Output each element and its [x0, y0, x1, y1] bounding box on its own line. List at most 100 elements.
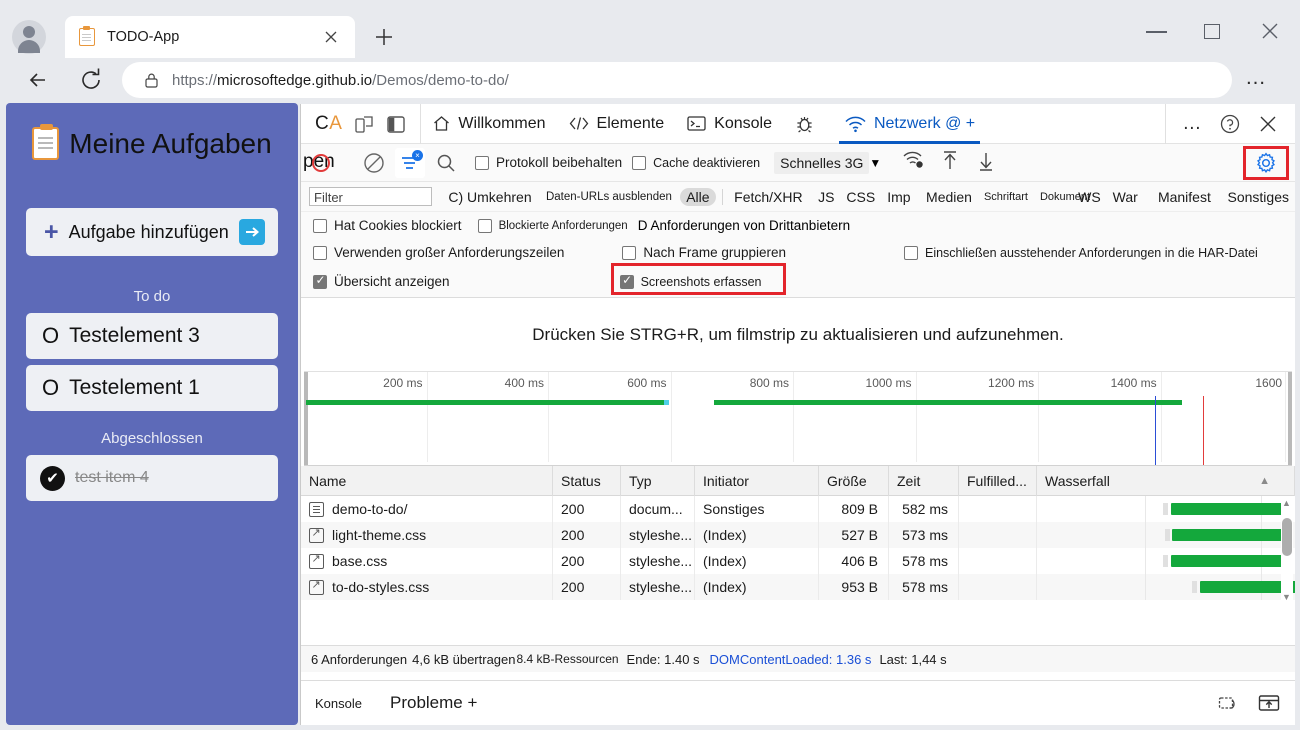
devtools-more-icon[interactable]: … [1182, 113, 1203, 135]
filter-input[interactable]: Filter [309, 187, 432, 206]
filter-type-fetch-xhr[interactable]: Fetch/XHR [728, 188, 808, 206]
record-button[interactable]: pen [305, 148, 353, 178]
filter-type-medien[interactable]: Medien [920, 188, 978, 206]
drawer-right-controls [1217, 692, 1281, 714]
close-devtools-icon[interactable] [1257, 113, 1279, 135]
preserve-log-checkbox[interactable]: Protokoll beibehalten [475, 155, 622, 170]
filter-type-war[interactable]: War [1107, 188, 1144, 206]
filter-type-manifest[interactable]: Manifest [1152, 188, 1217, 206]
filter-type-sonstiges[interactable]: Sonstiges [1222, 188, 1295, 206]
ruler-tick: 600 ms [627, 376, 670, 390]
list-item[interactable]: ✔ test item 4 [26, 455, 278, 501]
column-header-initiator[interactable]: Initiator [695, 466, 819, 496]
checkmark-icon[interactable]: ✔ [40, 466, 65, 491]
tab-debugger[interactable] [783, 104, 833, 144]
throttling-dropdown[interactable]: Schnelles 3G [774, 152, 869, 174]
back-icon[interactable] [22, 63, 56, 97]
task-marker-icon[interactable]: O [42, 325, 59, 347]
scroll-up-icon[interactable]: ▲ [1282, 498, 1291, 508]
column-header-groesse[interactable]: Größe [819, 466, 889, 496]
drawer-tab-probleme[interactable]: Probleme + [376, 693, 491, 713]
submit-task-icon[interactable] [239, 219, 265, 245]
include-har-checkbox[interactable]: Einschließen ausstehender Anforderungen … [904, 246, 1258, 260]
gear-icon[interactable] [1255, 152, 1277, 174]
clipboard-icon [32, 127, 59, 160]
hide-data-urls-toggle[interactable]: Daten-URLs ausblenden [540, 190, 678, 204]
clear-icon[interactable] [359, 148, 389, 178]
device-toolbar-icon[interactable] [354, 114, 374, 134]
new-tab-icon[interactable] [370, 23, 398, 51]
filter-type-js[interactable]: JS [812, 188, 840, 206]
column-header-status[interactable]: Status [553, 466, 621, 496]
invert-filter-toggle[interactable]: C) Umkehren [442, 188, 537, 206]
tab-elemente[interactable]: Elements Elemente [557, 104, 676, 144]
help-icon[interactable] [1219, 113, 1241, 135]
export-har-icon[interactable] [973, 148, 1003, 178]
column-header-wasserfall[interactable]: Wasserfall ▲ [1037, 466, 1295, 496]
table-row[interactable]: light-theme.css 200 styleshe... (Index) … [301, 522, 1295, 548]
show-overview-checkbox[interactable]: Übersicht anzeigen [313, 274, 450, 289]
list-item[interactable]: O Testelement 1 [26, 365, 278, 411]
has-blocked-cookies-label: Hat Cookies blockiert [334, 218, 462, 233]
waterfall-bar [1171, 555, 1285, 567]
table-scrollbar[interactable]: ▲ ▼ [1281, 496, 1293, 604]
filter-clear-badge-icon[interactable]: × [412, 150, 423, 161]
filter-icon[interactable]: × [395, 148, 425, 178]
url-path: /Demos/demo-to-do/ [372, 72, 509, 89]
tab-label: Elemente [597, 115, 665, 133]
close-tab-icon[interactable] [321, 27, 341, 47]
devtools-right-controls: … [1165, 104, 1295, 144]
disable-cache-checkbox[interactable]: Cache deaktivieren [632, 156, 760, 170]
column-header-name[interactable]: Name [301, 466, 553, 496]
checkbox-box [620, 275, 634, 289]
network-toolbar: pen × [301, 144, 1295, 182]
column-header-fulfilled[interactable]: Fulfilled... [959, 466, 1037, 496]
column-header-typ[interactable]: Typ [621, 466, 695, 496]
minimize-window-button[interactable] [1134, 16, 1180, 46]
profile-avatar[interactable] [12, 20, 46, 54]
close-drawer-icon[interactable] [1257, 692, 1281, 714]
drawer-tab-konsole[interactable]: Konsole [301, 696, 376, 711]
has-blocked-cookies-checkbox[interactable]: Hat Cookies blockiert [313, 218, 462, 233]
network-conditions-icon[interactable] [901, 148, 931, 178]
table-row[interactable]: base.css 200 styleshe... (Index) 406 B 5… [301, 548, 1295, 574]
tab-netzwerk[interactable]: Netzwerk @ + [833, 104, 986, 144]
filter-type-imp[interactable]: Imp [881, 188, 916, 206]
add-task-row[interactable]: + Aufgabe hinzufügen [26, 208, 278, 256]
search-icon[interactable] [431, 148, 461, 178]
address-bar[interactable]: https://microsoftedge.github.io/Demos/de… [122, 62, 1232, 98]
browser-settings-icon[interactable]: … [1245, 68, 1268, 88]
scroll-down-icon[interactable]: ▼ [1282, 592, 1291, 602]
big-request-rows-checkbox[interactable]: Verwenden großer Anforderungszeilen [313, 245, 564, 260]
request-table-header: Name Status Typ Initiator Größe Zeit Ful… [301, 466, 1295, 496]
ruler-tick: 1400 ms [1111, 376, 1161, 390]
close-window-button[interactable] [1247, 16, 1293, 46]
list-item[interactable]: O Testelement 3 [26, 313, 278, 359]
maximize-window-button[interactable] [1190, 16, 1236, 46]
filter-type-css[interactable]: CSS [840, 188, 881, 206]
group-by-frame-checkbox[interactable]: Nach Frame gruppieren [622, 245, 786, 260]
filter-type-dokument[interactable]: Dokument [1034, 190, 1096, 204]
scrollbar-thumb[interactable] [1282, 518, 1292, 556]
network-overview-chart[interactable]: 200 ms 400 ms 600 ms 800 ms 1000 ms 1200… [304, 371, 1292, 466]
tab-willkommen[interactable]: Welcome Willkommen [421, 104, 556, 144]
task-marker-icon[interactable]: O [42, 377, 59, 399]
network-options-row-1: Hat Cookies blockiert Blockierte Anforde… [301, 212, 1295, 239]
reload-icon[interactable] [74, 63, 108, 97]
browser-tab[interactable]: TODO-App [65, 16, 355, 58]
column-header-zeit[interactable]: Zeit [889, 466, 959, 496]
table-row[interactable]: demo-to-do/ 200 docum... Sonstiges 809 B… [301, 496, 1295, 522]
table-row[interactable]: to-do-styles.css 200 styleshe... (Index)… [301, 574, 1295, 600]
dock-side-icon[interactable] [386, 114, 406, 134]
throttling-caret-icon[interactable]: ▼ [869, 156, 879, 170]
filter-type-alle[interactable]: Alle [680, 188, 715, 206]
devtools-tabbar: CA Welcome [301, 104, 1295, 144]
stylesheet-icon [309, 554, 324, 569]
blocked-requests-checkbox[interactable]: Blockierte Anforderungen [478, 219, 628, 233]
import-har-icon[interactable] [937, 148, 967, 178]
cell-name: demo-to-do/ [332, 501, 407, 517]
refresh-drawer-icon[interactable] [1217, 692, 1239, 714]
tab-konsole[interactable]: Console Konsole [675, 104, 783, 144]
filter-type-schriftart[interactable]: Schriftart [978, 190, 1034, 204]
third-party-requests-label[interactable]: D Anforderungen von Drittanbietern [638, 218, 850, 233]
